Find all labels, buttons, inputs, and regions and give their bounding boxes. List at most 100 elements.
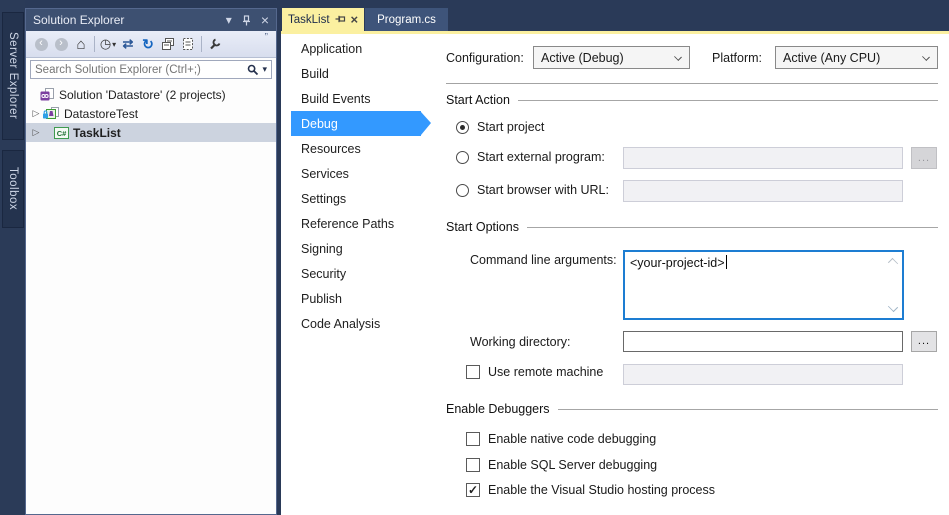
configuration-label: Configuration: xyxy=(446,48,524,68)
sidebar-tab-server-explorer[interactable]: Server Explorer xyxy=(2,12,24,140)
toolbar-separator xyxy=(94,36,95,52)
home-icon[interactable]: ⌂ xyxy=(71,33,91,55)
tab-pin-icon[interactable] xyxy=(335,14,346,25)
enable-debuggers-header: Enable Debuggers xyxy=(446,402,938,416)
show-all-files-icon[interactable] xyxy=(178,33,198,55)
start-external-option[interactable]: Start external program: xyxy=(456,150,605,164)
nav-item-debug[interactable]: Debug xyxy=(291,111,421,136)
solution-explorer-titlebar[interactable]: Solution Explorer ▾ × xyxy=(26,9,276,31)
search-row: ▾ xyxy=(26,58,276,81)
radio-start-project[interactable] xyxy=(456,121,469,134)
window-position-chevron-icon[interactable]: ▾ xyxy=(226,14,232,26)
tab-program-cs[interactable]: Program.cs xyxy=(365,8,448,31)
platform-label: Platform: xyxy=(712,48,762,68)
expander-icon[interactable]: ▷ xyxy=(30,108,42,119)
nav-item-resources[interactable]: Resources xyxy=(291,136,421,161)
collapse-all-icon[interactable] xyxy=(158,33,178,55)
remote-machine-input[interactable] xyxy=(623,364,903,385)
sync-with-active-document-icon[interactable]: ⇄ xyxy=(118,33,138,55)
nav-item-publish[interactable]: Publish xyxy=(291,286,421,311)
start-options-header: Start Options xyxy=(446,220,938,234)
search-icon[interactable] xyxy=(247,64,259,76)
radio-start-external[interactable] xyxy=(456,151,469,164)
toolbar-overflow-icon[interactable]: ” xyxy=(265,31,271,43)
command-line-arguments-input[interactable]: <your-project-id> xyxy=(623,250,904,320)
text-cursor xyxy=(726,255,727,269)
back-button[interactable]: ‹ xyxy=(31,33,51,55)
platform-value: Active (Any CPU) xyxy=(783,51,880,65)
test-project-icon xyxy=(42,107,60,121)
radio-start-browser[interactable] xyxy=(456,184,469,197)
nav-item-security[interactable]: Security xyxy=(291,261,421,286)
sql-debugging-label: Enable SQL Server debugging xyxy=(488,458,657,472)
working-directory-label: Working directory: xyxy=(470,332,571,352)
tab-close-icon[interactable]: × xyxy=(351,13,359,26)
server-explorer-tab-label: Server Explorer xyxy=(7,32,19,119)
tree-label-tasklist: TaskList xyxy=(73,126,121,140)
visual-studio-window: Server Explorer Toolbox Solution Explore… xyxy=(0,0,949,515)
search-box[interactable]: ▾ xyxy=(30,60,272,79)
scroll-down-icon[interactable] xyxy=(888,302,898,312)
nav-item-code-analysis[interactable]: Code Analysis xyxy=(291,311,421,336)
refresh-icon[interactable]: ↻ xyxy=(138,33,158,55)
properties-wrench-icon[interactable] xyxy=(205,33,225,55)
hosting-process-label: Enable the Visual Studio hosting process xyxy=(488,483,715,497)
start-external-label: Start external program: xyxy=(477,150,605,164)
configuration-value: Active (Debug) xyxy=(541,51,624,65)
toolbar-separator xyxy=(201,36,202,52)
working-directory-browse-button[interactable]: ... xyxy=(911,331,937,352)
tree-row-datastoretest[interactable]: ▷ DatastoreTest xyxy=(26,104,276,123)
close-icon[interactable]: × xyxy=(261,13,269,27)
nav-item-application[interactable]: Application xyxy=(291,36,421,61)
search-input[interactable] xyxy=(35,64,247,76)
external-program-browse-button[interactable]: ... xyxy=(911,147,937,169)
nav-item-signing[interactable]: Signing xyxy=(291,236,421,261)
sql-debugging-option[interactable]: ✓ Enable SQL Server debugging xyxy=(466,458,657,472)
native-debugging-checkbox[interactable]: ✓ xyxy=(466,432,480,446)
expander-icon[interactable]: ▷ xyxy=(30,127,42,138)
nav-item-build-events[interactable]: Build Events xyxy=(291,86,421,111)
use-remote-machine-checkbox[interactable]: ✓ xyxy=(466,365,480,379)
configuration-dropdown[interactable]: Active (Debug) xyxy=(533,46,690,69)
start-browser-label: Start browser with URL: xyxy=(477,183,609,197)
sql-debugging-checkbox[interactable]: ✓ xyxy=(466,458,480,472)
use-remote-machine-option[interactable]: ✓ Use remote machine xyxy=(466,365,603,379)
platform-dropdown[interactable]: Active (Any CPU) xyxy=(775,46,938,69)
properties-nav-list: Application Build Build Events Debug Res… xyxy=(291,36,421,336)
start-project-label: Start project xyxy=(477,120,544,134)
browser-url-input[interactable] xyxy=(623,180,903,202)
hosting-process-option[interactable]: ✓ Enable the Visual Studio hosting proce… xyxy=(466,483,715,497)
toolbox-tab-label: Toolbox xyxy=(7,167,19,210)
external-program-input[interactable] xyxy=(623,147,903,169)
working-directory-input[interactable] xyxy=(623,331,903,352)
nav-item-reference-paths[interactable]: Reference Paths xyxy=(291,211,421,236)
search-options-caret-icon[interactable]: ▾ xyxy=(262,64,267,75)
nav-item-services[interactable]: Services xyxy=(291,161,421,186)
solution-explorer-title: Solution Explorer xyxy=(33,13,124,27)
native-debugging-option[interactable]: ✓ Enable native code debugging xyxy=(466,432,656,446)
solution-explorer-toolbar: ‹ › ⌂ ◷▾ ⇄ ↻ xyxy=(26,31,276,58)
use-remote-machine-label: Use remote machine xyxy=(488,365,603,379)
start-project-option[interactable]: Start project xyxy=(456,120,544,134)
start-action-header: Start Action xyxy=(446,93,938,107)
start-browser-option[interactable]: Start browser with URL: xyxy=(456,183,609,197)
nav-item-build[interactable]: Build xyxy=(291,61,421,86)
chevron-down-icon xyxy=(674,53,682,61)
tree-row-solution[interactable]: Solution 'Datastore' (2 projects) xyxy=(26,85,276,104)
tab-tasklist[interactable]: TaskList × xyxy=(282,8,364,31)
svg-text:C#: C# xyxy=(57,128,67,137)
command-line-arguments-value: <your-project-id> xyxy=(630,256,725,270)
sidebar-tab-toolbox[interactable]: Toolbox xyxy=(2,150,24,228)
nav-item-settings[interactable]: Settings xyxy=(291,186,421,211)
visual-studio-solution-icon xyxy=(40,88,55,102)
hosting-process-checkbox[interactable]: ✓ xyxy=(466,483,480,497)
solution-explorer-panel: Solution Explorer ▾ × ‹ › ⌂ ◷▾ ⇄ ↻ xyxy=(25,8,277,515)
forward-button[interactable]: › xyxy=(51,33,71,55)
csharp-project-icon: C# xyxy=(54,127,69,139)
pending-changes-filter-icon[interactable]: ◷▾ xyxy=(98,33,118,55)
tree-label-solution: Solution 'Datastore' (2 projects) xyxy=(59,88,226,102)
pin-icon[interactable] xyxy=(241,15,252,26)
native-debugging-label: Enable native code debugging xyxy=(488,432,656,446)
tree-row-tasklist[interactable]: ▷ C# TaskList xyxy=(26,123,276,142)
scroll-up-icon[interactable] xyxy=(888,258,898,268)
